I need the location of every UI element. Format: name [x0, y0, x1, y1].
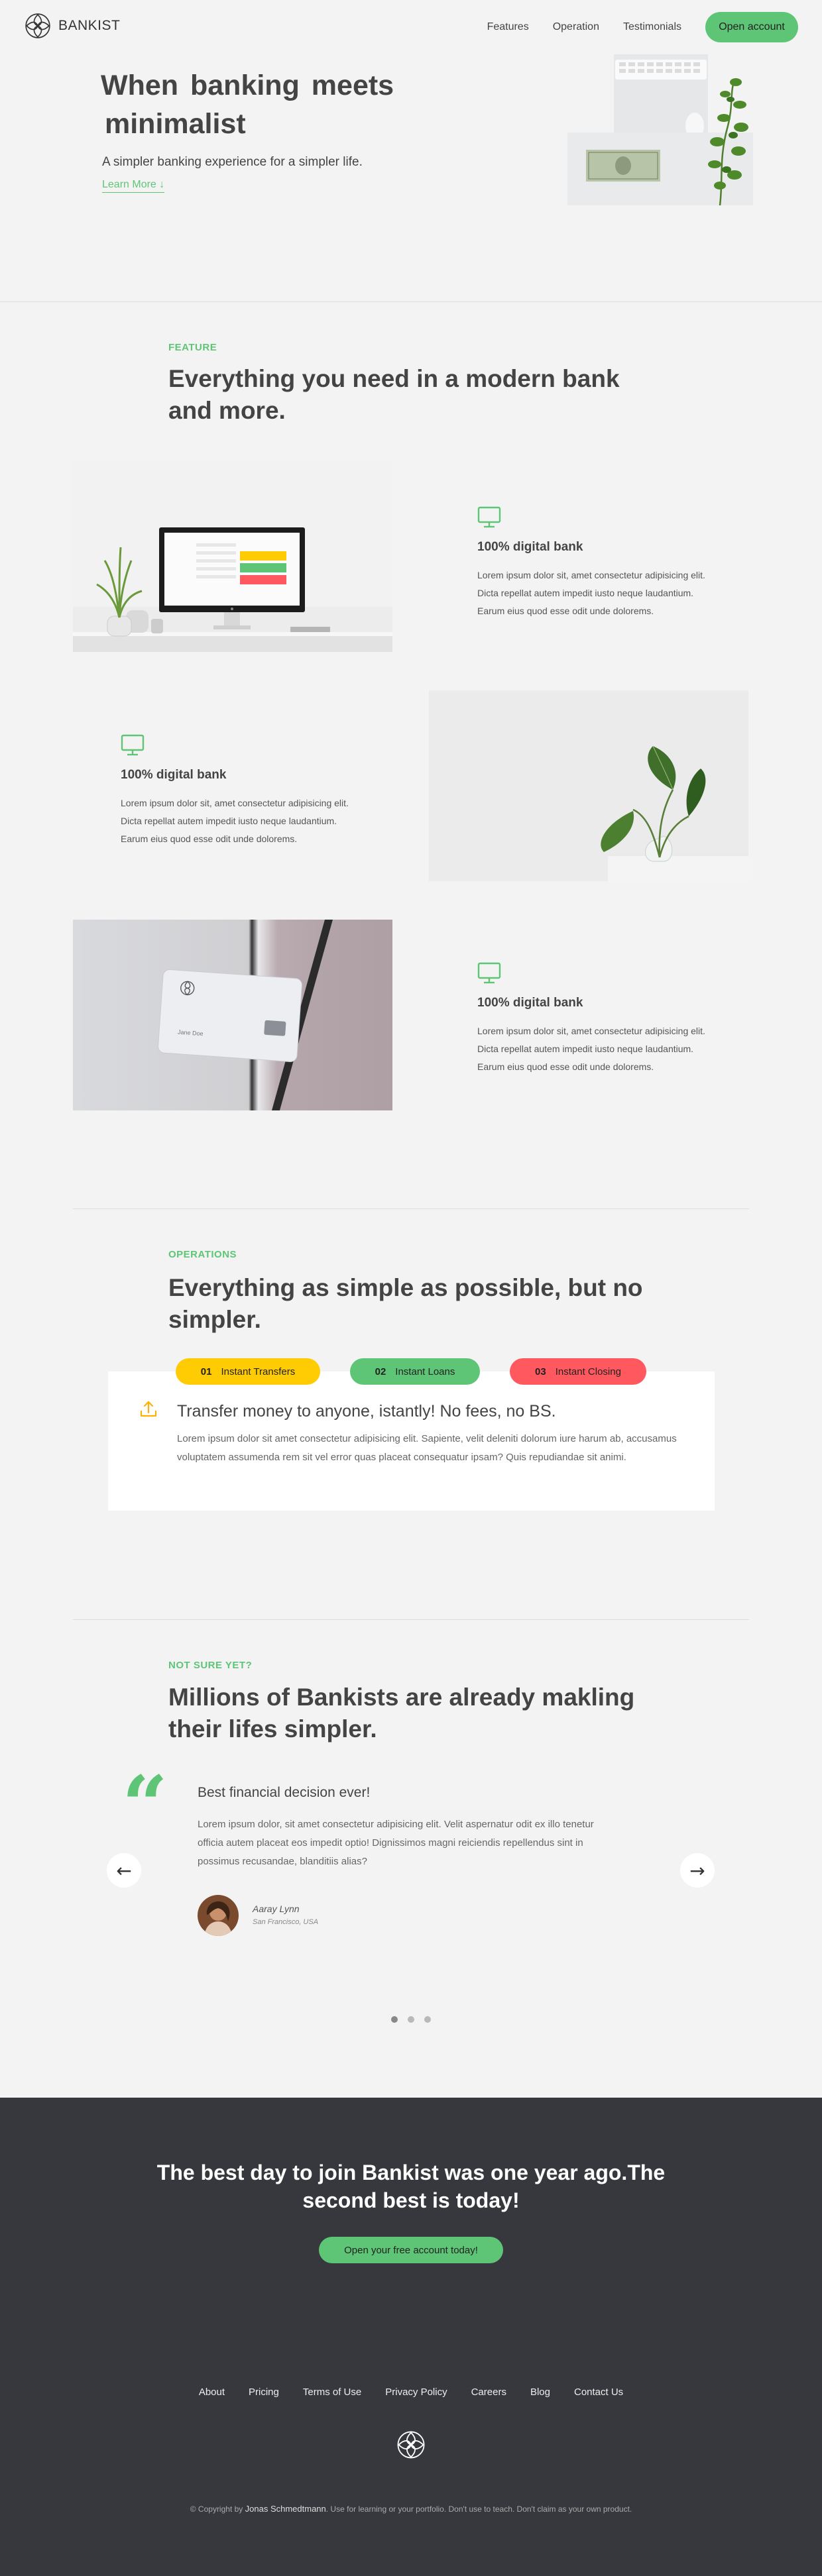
tab-number: 01: [200, 1366, 212, 1377]
brand-logo[interactable]: BANKIST: [24, 12, 120, 40]
tab-label: Instant Loans: [395, 1366, 455, 1377]
feature-desc: Lorem ipsum dolor sit, amet consectetur …: [477, 1026, 705, 1072]
copyright-author-link[interactable]: Jonas Schmedtmann: [245, 2504, 326, 2514]
nav-link-features[interactable]: Features: [487, 21, 529, 33]
feature-image-computer: [73, 461, 392, 652]
upload-icon: [140, 1401, 157, 1417]
copyright-prefix: © Copyright by: [190, 2504, 243, 2514]
features-heading: Everything you need in a modern bank and…: [168, 365, 620, 424]
feature-image-card: Jane Doe: [73, 920, 392, 1110]
page: BANKIST Features Operation Testimonials …: [0, 0, 822, 2576]
monitor-icon: [477, 962, 501, 984]
slider-dot[interactable]: [408, 2016, 414, 2023]
slider-dot[interactable]: [424, 2016, 431, 2023]
operations-label: OPERATIONS: [168, 1249, 237, 1260]
operation-desc: Lorem ipsum dolor sit amet consectetur a…: [177, 1433, 677, 1463]
operation-title: Transfer money to anyone, istantly! No f…: [177, 1402, 556, 1421]
footer-link-careers[interactable]: Careers: [471, 2387, 506, 2398]
tab-number: 02: [375, 1366, 386, 1377]
feature-desc: Lorem ipsum dolor sit, amet consectetur …: [477, 570, 705, 616]
feature-item-1: 100% digital bank Lorem ipsum dolor sit,…: [477, 506, 723, 620]
feature-title: 100% digital bank: [477, 540, 583, 554]
testimonial-author: Aaray Lynn: [253, 1904, 300, 1914]
footer-link-terms[interactable]: Terms of Use: [303, 2387, 361, 2398]
footer-link-privacy[interactable]: Privacy Policy: [385, 2387, 447, 2398]
feature-title: 100% digital bank: [121, 768, 227, 782]
hero-highlight-banking: banking: [186, 66, 304, 105]
feature-image-plant: [429, 690, 748, 881]
hero-highlight-minimalist: minimalist: [101, 105, 250, 143]
features-label: FEATURE: [168, 342, 217, 353]
tab-number: 03: [535, 1366, 546, 1377]
signup-heading: The best day to join Bankist was one yea…: [156, 2161, 666, 2212]
section-divider: [73, 1619, 749, 1620]
footer-link-about[interactable]: About: [199, 2387, 225, 2398]
testimonials-heading: Millions of Bankists are already makling…: [168, 1684, 635, 1743]
slider-dot[interactable]: [391, 2016, 398, 2023]
section-divider: [73, 1208, 749, 1209]
operations-content: Transfer money to anyone, istantly! No f…: [108, 1371, 715, 1511]
nav-links: Features Operation Testimonials Open acc…: [487, 12, 798, 42]
hero-title-prefix: When: [101, 70, 179, 101]
navbar: BANKIST Features Operation Testimonials …: [0, 0, 822, 53]
feature-item-3: 100% digital bank Lorem ipsum dolor sit,…: [477, 962, 723, 1076]
feature-item-2: 100% digital bank Lorem ipsum dolor sit,…: [121, 734, 366, 848]
slider-prev-button[interactable]: ←: [107, 1853, 141, 1888]
footer-link-blog[interactable]: Blog: [530, 2387, 550, 2398]
feature-desc: Lorem ipsum dolor sit, amet consectetur …: [121, 798, 349, 844]
testimonial-body: Lorem ipsum dolor, sit amet consectetur …: [198, 1819, 594, 1867]
tab-instant-closing[interactable]: 03 Instant Closing: [510, 1358, 646, 1385]
monitor-icon: [121, 734, 145, 756]
tab-instant-loans[interactable]: 02 Instant Loans: [350, 1358, 480, 1385]
testimonial-title: Best financial decision ever!: [198, 1785, 371, 1800]
footer-logo-icon: [397, 2431, 425, 2459]
slider-dots: [391, 2016, 441, 2023]
testimonial-location: San Francisco, USA: [253, 1918, 319, 1926]
hero-subtitle: A simpler banking experience for a simpl…: [102, 155, 363, 169]
section-divider: [0, 301, 822, 302]
footer-nav: About Pricing Terms of Use Privacy Polic…: [0, 2387, 822, 2398]
open-account-button[interactable]: Open account: [705, 12, 798, 42]
tab-instant-transfers[interactable]: 01 Instant Transfers: [176, 1358, 320, 1385]
footer-link-pricing[interactable]: Pricing: [249, 2387, 279, 2398]
testimonials-label: NOT SURE YET?: [168, 1660, 253, 1671]
operations-tabs: 01 Instant Transfers 02 Instant Loans 03 In…: [176, 1358, 646, 1385]
tab-label: Instant Closing: [555, 1366, 621, 1377]
footer-link-contact[interactable]: Contact Us: [574, 2387, 623, 2398]
nav-link-operation[interactable]: Operation: [553, 21, 599, 33]
hero-title-mid: meets: [311, 70, 394, 101]
avatar: [198, 1895, 239, 1936]
hero-illustration: [567, 53, 753, 206]
nav-link-testimonials[interactable]: Testimonials: [623, 21, 681, 33]
slider-next-button[interactable]: →: [680, 1853, 715, 1888]
monitor-icon: [477, 506, 501, 528]
open-free-account-button[interactable]: Open your free account today!: [319, 2237, 503, 2263]
tab-label: Instant Transfers: [221, 1366, 296, 1377]
copyright-text: © Copyright by Jonas Schmedtmann. Use fo…: [0, 2504, 822, 2514]
learn-more-link[interactable]: Learn More ↓: [102, 179, 165, 193]
operations-heading: Everything as simple as possible, but no…: [168, 1274, 643, 1333]
signup-footer-section: The best day to join Bankist was one yea…: [0, 2098, 822, 2576]
feature-title: 100% digital bank: [477, 996, 583, 1010]
copyright-suffix: . Use for learning or your portfolio. Do…: [325, 2504, 632, 2514]
hero-title: When banking meets minimalist: [101, 66, 394, 143]
quote-mark-icon: “: [122, 1758, 168, 1852]
brand-name: BANKIST: [58, 18, 121, 33]
bankist-logo-icon: [25, 13, 50, 38]
